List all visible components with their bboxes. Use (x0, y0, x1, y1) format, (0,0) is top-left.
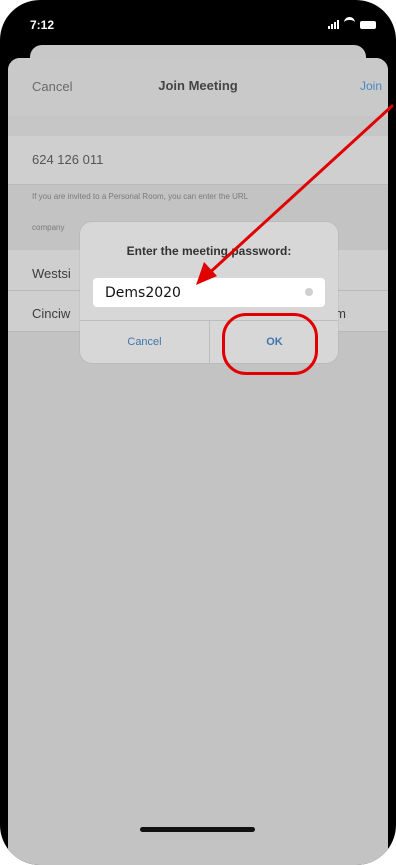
annotation-arrow-icon (196, 104, 394, 285)
phone-screen: 7:12 Cancel Join Meeting Join 624 126 01… (0, 0, 396, 865)
home-indicator[interactable] (140, 827, 255, 832)
